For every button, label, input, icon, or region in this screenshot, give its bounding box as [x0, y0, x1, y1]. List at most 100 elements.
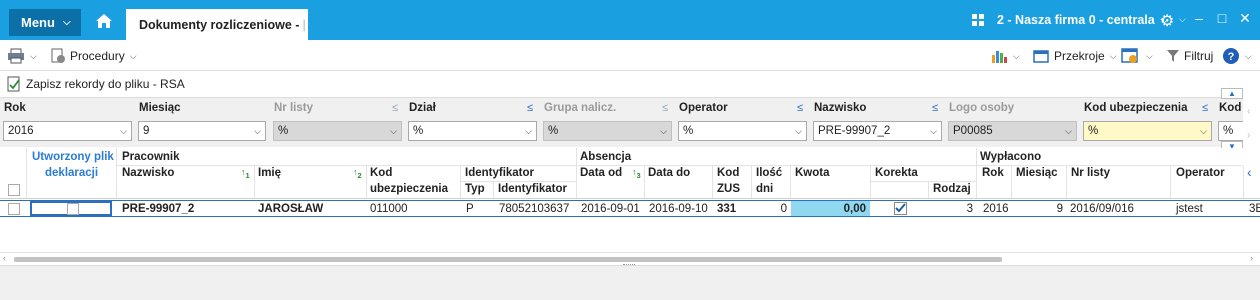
- col-ilosc-label[interactable]: Ilość: [756, 167, 782, 179]
- dzial-select[interactable]: % ⌵: [408, 121, 537, 141]
- filter-scroll-up-button[interactable]: ▲: [1221, 88, 1243, 99]
- chevron-down-icon: ⌵: [62, 17, 71, 28]
- col-utworzony-plik[interactable]: Utworzony plik: [32, 151, 114, 163]
- col-identyfikator[interactable]: Identyfikator: [498, 183, 567, 195]
- col-kod-zus[interactable]: ZUS: [717, 183, 740, 195]
- col-kwota[interactable]: Kwota: [795, 167, 830, 179]
- cell-operator[interactable]: jstest: [1176, 203, 1203, 215]
- filter-operator-icon[interactable]: ≤: [797, 102, 803, 114]
- filter-operator-icon[interactable]: ≤: [932, 102, 938, 114]
- procedure-icon: [51, 48, 65, 63]
- cell-rodzaj[interactable]: 3: [930, 203, 973, 215]
- col-nr-listy[interactable]: Nr listy: [1071, 167, 1110, 179]
- select-all-checkbox[interactable]: [8, 184, 20, 196]
- footer-panel: [0, 265, 1260, 300]
- cell-data-do[interactable]: 2016-09-10: [649, 203, 708, 215]
- chevron-left-icon[interactable]: ‹: [1247, 164, 1252, 180]
- apps-grid-icon: [972, 14, 984, 26]
- col-ilosc-dni[interactable]: dni: [756, 183, 773, 195]
- cell-rok[interactable]: 2016: [983, 203, 1009, 215]
- row-checkbox[interactable]: [8, 203, 20, 215]
- col-kod-zus-label[interactable]: Kod: [717, 167, 739, 179]
- col-nazwisko[interactable]: Nazwisko: [122, 167, 174, 179]
- filter-button[interactable]: Filtruj: [1166, 46, 1213, 66]
- checkmark-icon[interactable]: [894, 202, 908, 215]
- funnel-icon: [1167, 50, 1179, 62]
- chevron-down-icon: ⌵: [129, 50, 137, 61]
- menu-button[interactable]: Menu ⌵: [9, 9, 81, 36]
- nazwisko-select[interactable]: PRE-99907_2 ⌵: [813, 121, 942, 141]
- col-typ[interactable]: Typ: [465, 183, 485, 195]
- minimize-button[interactable]: –: [1190, 10, 1208, 26]
- col-operator[interactable]: Operator: [1176, 167, 1225, 179]
- scroll-left-icon[interactable]: ‹: [3, 253, 6, 263]
- home-icon[interactable]: [92, 12, 116, 30]
- col-kod-label[interactable]: Kod: [370, 167, 392, 179]
- nr-listy-select: % ⌵: [273, 121, 402, 141]
- save-records-button[interactable]: Zapisz rekordy do pliku - RSA: [7, 76, 185, 92]
- scroll-right-icon[interactable]: ›: [1250, 253, 1253, 263]
- group-identyfikator: Identyfikator: [465, 167, 535, 179]
- scrollbar-thumb[interactable]: [14, 257, 1002, 262]
- sections-button[interactable]: Przekroje ⌵: [1033, 46, 1117, 66]
- company-selector[interactable]: 2 - Nasza firma 0 - centrala ⌵: [971, 10, 1168, 30]
- cell-kod-ubezpieczenia[interactable]: 011000: [370, 203, 408, 215]
- cell-kwota[interactable]: 0,00: [791, 203, 866, 215]
- chevron-down-icon[interactable]: ⌵: [1179, 14, 1186, 25]
- sections-icon: [1033, 50, 1049, 63]
- col-rok[interactable]: Rok: [982, 167, 1004, 179]
- utworzony-plik-checkbox[interactable]: [67, 203, 79, 215]
- gear-icon[interactable]: ⚙: [1160, 11, 1174, 31]
- cell-overflow[interactable]: 3E: [1249, 203, 1260, 215]
- filter-nazwisko: Nazwisko ≤ PRE-99907_2 ⌵: [810, 98, 945, 148]
- col-kod-ubezpieczenia[interactable]: ubezpieczenia: [370, 183, 448, 195]
- print-button[interactable]: ⌵: [7, 46, 37, 66]
- chevron-down-icon: ⌵: [30, 50, 37, 61]
- chevron-down-icon: ⌵: [390, 126, 397, 136]
- col-imie[interactable]: Imię: [258, 167, 281, 179]
- chart-button[interactable]: ⌵: [990, 46, 1020, 66]
- cell-nr-listy[interactable]: 2016/09/016: [1070, 203, 1134, 215]
- kod-ubezpieczenia-select[interactable]: % ⌵: [1083, 121, 1212, 141]
- report-settings-icon: [1121, 48, 1138, 63]
- filter-operator-icon[interactable]: ≤: [527, 102, 533, 114]
- tab-dokumenty-rozliczeniowe[interactable]: Dokumenty rozliczeniowe - |: [126, 9, 308, 40]
- company-name: 2 - Nasza firma 0 - centrala: [997, 13, 1155, 27]
- filter-operator-icon[interactable]: ≤: [662, 102, 668, 114]
- close-button[interactable]: ✕: [1236, 10, 1254, 27]
- col-miesiac[interactable]: Miesiąc: [1016, 167, 1058, 179]
- svg-text:?: ?: [1228, 51, 1235, 63]
- reports-button[interactable]: ⌵: [1121, 46, 1153, 66]
- procedures-button[interactable]: Procedury ⌵: [50, 46, 137, 66]
- col-data-od[interactable]: Data od: [580, 167, 622, 179]
- logo-osoby-select: P00085 ⌵: [948, 121, 1077, 141]
- cell-imie[interactable]: JAROSŁAW: [258, 203, 323, 215]
- col-rodzaj[interactable]: Rodzaj: [933, 183, 971, 195]
- cell-kod-zus[interactable]: 331: [717, 203, 736, 215]
- cell-identyfikator[interactable]: 78052103637: [499, 203, 569, 215]
- col-deklaracji[interactable]: deklaracji: [45, 167, 98, 179]
- cell-typ[interactable]: P: [466, 203, 474, 215]
- help-button[interactable]: ? ⌵: [1222, 46, 1252, 66]
- cell-ilosc-dni[interactable]: 0: [756, 203, 787, 215]
- group-wyplacono: Wypłacono: [980, 151, 1042, 163]
- cell-miesiac[interactable]: 9: [1013, 203, 1063, 215]
- sort-ascending-icon: ↑2: [353, 167, 362, 180]
- kod-u-select[interactable]: %: [1218, 121, 1243, 141]
- col-data-do[interactable]: Data do: [648, 167, 690, 179]
- chevron-right-icon[interactable]: ›: [1247, 130, 1250, 141]
- chevron-down-icon: ⌵: [1245, 50, 1252, 61]
- chevron-left-icon[interactable]: ‹: [1247, 106, 1250, 117]
- save-records-label: Zapisz rekordy do pliku - RSA: [26, 77, 185, 91]
- filter-operator-icon[interactable]: ≤: [1202, 102, 1208, 114]
- chevron-down-icon: ⌵: [1109, 50, 1117, 61]
- miesiac-select[interactable]: 9 ⌵: [138, 121, 266, 141]
- sort-ascending-icon: ↑1: [241, 167, 250, 180]
- filter-operator-icon[interactable]: ≤: [392, 102, 398, 114]
- operator-select[interactable]: % ⌵: [678, 121, 807, 141]
- cell-nazwisko[interactable]: PRE-99907_2: [122, 203, 194, 215]
- filter-operator: Operator ≤ % ⌵: [675, 98, 810, 148]
- rok-select[interactable]: 2016 ⌵: [3, 121, 132, 141]
- cell-data-od[interactable]: 2016-09-01: [581, 203, 640, 215]
- maximize-button[interactable]: □: [1213, 10, 1231, 26]
